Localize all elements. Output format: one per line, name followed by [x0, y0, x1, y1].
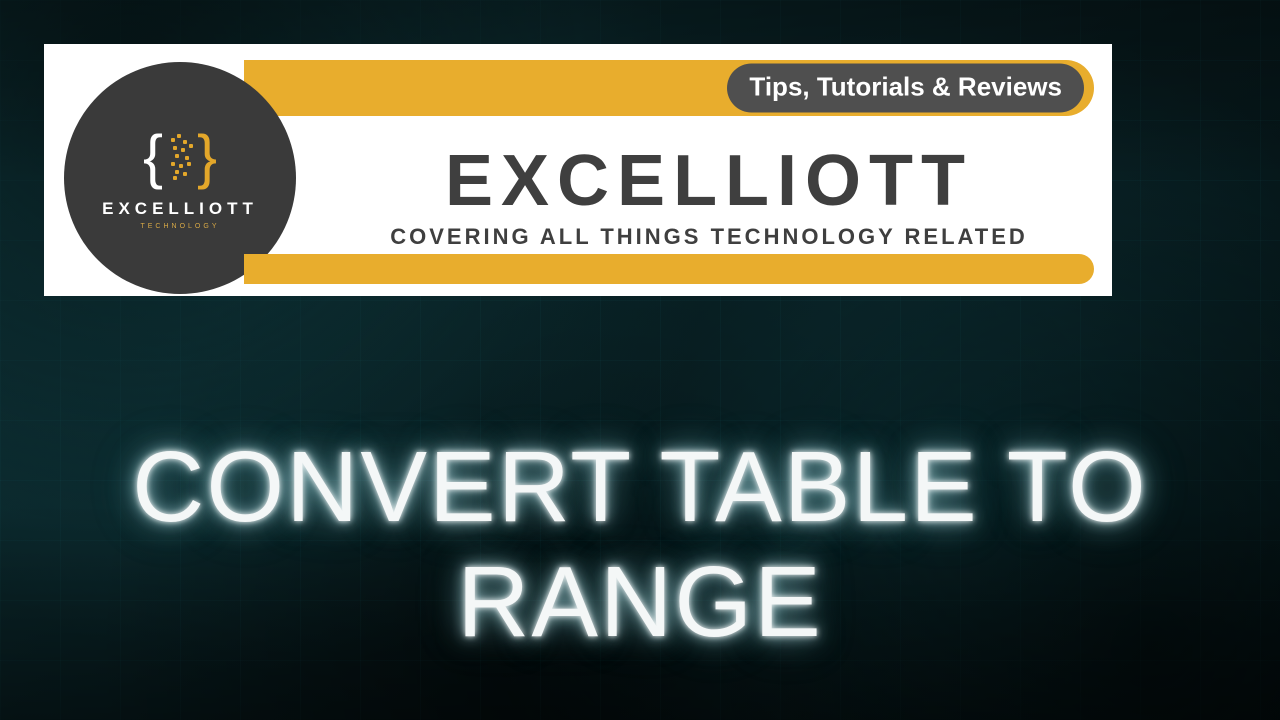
bottom-accent-bar — [244, 254, 1094, 284]
logo-subtext: TECHNOLOGY — [140, 223, 219, 230]
braces-pixel-icon: { } — [143, 127, 217, 187]
top-accent-bar: Tips, Tutorials & Reviews — [244, 60, 1094, 116]
brace-left-glyph: { — [143, 127, 163, 187]
tagline-pill: Tips, Tutorials & Reviews — [727, 64, 1084, 113]
pixel-dots-icon — [169, 132, 195, 182]
brand-title: EXCELLIOTT — [324, 140, 1094, 222]
brand-subtitle: COVERING ALL THINGS TECHNOLOGY RELATED — [324, 224, 1094, 250]
brand-title-block: EXCELLIOTT COVERING ALL THINGS TECHNOLOG… — [324, 140, 1094, 250]
brace-right-glyph: } — [197, 127, 217, 187]
main-headline: CONVERT TABLE TO RANGE — [0, 430, 1280, 660]
header-card: Tips, Tutorials & Reviews { } — [44, 44, 1112, 296]
logo-name: EXCELLIOTT — [102, 199, 258, 219]
